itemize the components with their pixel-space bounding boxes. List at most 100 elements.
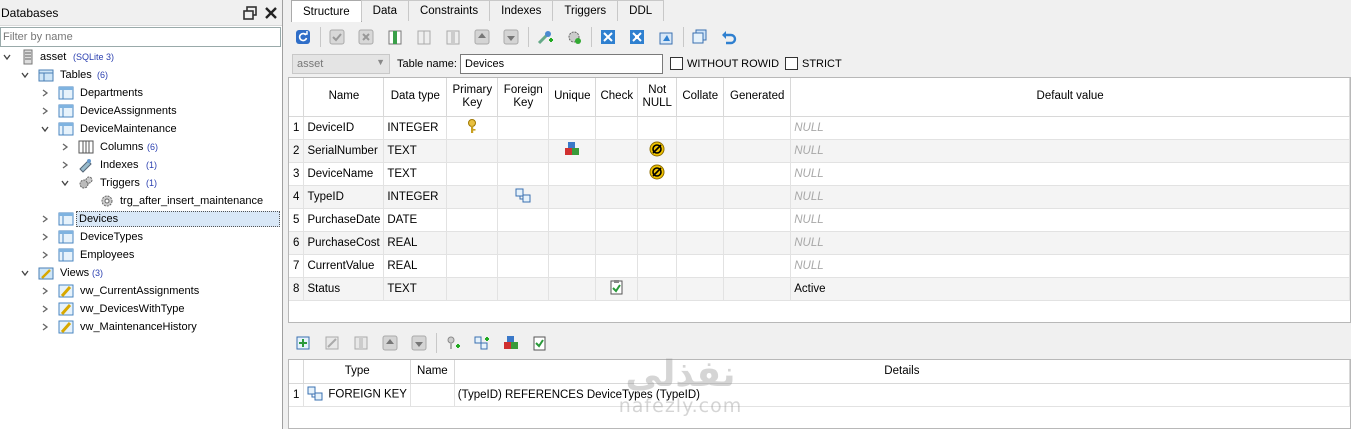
without-rowid-checkbox[interactable] (670, 57, 683, 70)
check-cell[interactable] (595, 139, 639, 163)
column-header[interactable]: Collate (676, 78, 725, 117)
chevron-right-icon[interactable] (39, 300, 51, 318)
generated-cell[interactable] (723, 254, 792, 278)
column-name-cell[interactable]: PurchaseCost (303, 231, 385, 255)
filter-input[interactable] (0, 27, 281, 47)
default-value-cell[interactable]: NULL (790, 116, 1350, 140)
tree-item-table[interactable]: Departments (0, 84, 282, 102)
tree-item-tables[interactable]: Tables (6) (0, 66, 282, 84)
move-up-icon[interactable] (380, 333, 400, 353)
generated-cell[interactable] (723, 139, 792, 163)
refresh-icon[interactable] (293, 27, 313, 47)
default-value-cell[interactable]: NULL (790, 162, 1350, 186)
tree-item-view[interactable]: vw_MaintenanceHistory (0, 318, 282, 336)
data-type-cell[interactable]: DATE (383, 208, 448, 232)
column-name-cell[interactable]: DeviceName (303, 162, 385, 186)
table-row[interactable]: 3 DeviceName TEXT NULL (289, 162, 1350, 186)
generated-cell[interactable] (723, 231, 792, 255)
column-header[interactable]: Default value (790, 78, 1350, 117)
column-header[interactable]: Not NULL (637, 78, 678, 117)
unique-cell[interactable] (548, 254, 597, 278)
tree-item-trigger[interactable]: trg_after_insert_maintenance (0, 192, 282, 210)
add-check-icon[interactable] (530, 333, 550, 353)
move-down-icon[interactable] (409, 333, 429, 353)
column-name-cell[interactable]: PurchaseDate (303, 208, 385, 232)
table-name-input[interactable] (460, 54, 663, 74)
generated-cell[interactable] (723, 208, 792, 232)
chevron-right-icon[interactable] (59, 138, 71, 156)
chevron-down-icon[interactable] (59, 174, 71, 192)
check-cell[interactable] (595, 116, 639, 140)
data-type-cell[interactable]: REAL (383, 231, 448, 255)
chevron-right-icon[interactable] (59, 156, 71, 174)
table-row[interactable]: 2 SerialNumber TEXT NULL (289, 139, 1350, 163)
notnull-cell[interactable] (637, 254, 678, 278)
pk-cell[interactable] (446, 185, 499, 209)
data-type-cell[interactable]: REAL (383, 254, 448, 278)
tree-item-table[interactable]: DeviceAssignments (0, 102, 282, 120)
columns-grid[interactable]: Name Data type Primary Key Foreign Key U… (288, 77, 1351, 323)
column-header[interactable]: Foreign Key (497, 78, 550, 117)
notnull-cell[interactable] (637, 185, 678, 209)
collate-cell[interactable] (676, 139, 725, 163)
chevron-right-icon[interactable] (39, 246, 51, 264)
add-foreign-key-icon[interactable] (472, 333, 492, 353)
tab-triggers[interactable]: Triggers (552, 0, 619, 21)
notnull-cell[interactable] (637, 277, 678, 301)
collate-cell[interactable] (676, 116, 725, 140)
reset-icon[interactable] (627, 27, 647, 47)
pk-cell[interactable] (446, 208, 499, 232)
data-type-cell[interactable]: TEXT (383, 162, 448, 186)
column-header[interactable]: Name (410, 360, 455, 384)
edit-constraint-icon[interactable] (322, 333, 342, 353)
chevron-right-icon[interactable] (39, 210, 51, 228)
fk-cell[interactable] (497, 185, 550, 209)
constraint-settings-icon[interactable] (564, 27, 584, 47)
generated-cell[interactable] (723, 162, 792, 186)
fk-cell[interactable] (497, 162, 550, 186)
column-header[interactable]: Type (303, 360, 411, 384)
column-header[interactable]: Name (303, 78, 385, 117)
check-cell[interactable] (595, 162, 639, 186)
strict-checkbox[interactable] (785, 57, 798, 70)
tab-data[interactable]: Data (360, 0, 409, 21)
collate-cell[interactable] (676, 185, 725, 209)
add-constraint-icon[interactable] (535, 27, 555, 47)
table-row[interactable]: 1 FOREIGN KEY (TypeID) REFERENCES DeviceTy… (289, 383, 1350, 407)
chevron-right-icon[interactable] (39, 282, 51, 300)
add-unique-icon[interactable] (501, 333, 521, 353)
unique-cell[interactable] (548, 208, 597, 232)
delete-constraint-icon[interactable] (351, 333, 371, 353)
delete-column-icon[interactable] (443, 27, 463, 47)
unique-cell[interactable] (548, 277, 597, 301)
default-value-cell[interactable]: NULL (790, 254, 1350, 278)
tree-item-table[interactable]: Employees (0, 246, 282, 264)
data-type-cell[interactable]: INTEGER (383, 116, 448, 140)
pk-cell[interactable] (446, 162, 499, 186)
tree-item-columns[interactable]: Columns (6) (0, 138, 282, 156)
import-icon[interactable] (656, 27, 676, 47)
pk-cell[interactable] (446, 277, 499, 301)
column-header[interactable]: Generated (723, 78, 792, 117)
column-header[interactable]: Details (454, 360, 1350, 384)
chevron-down-icon[interactable] (19, 66, 31, 84)
column-name-cell[interactable]: TypeID (303, 185, 385, 209)
constraint-type-cell[interactable]: FOREIGN KEY (303, 383, 411, 407)
column-header[interactable]: Unique (548, 78, 597, 117)
tab-structure[interactable]: Structure (291, 0, 362, 22)
collate-cell[interactable] (676, 231, 725, 255)
tree-item-views[interactable]: Views (3) (0, 264, 282, 282)
constraints-grid[interactable]: Type Name Details 1 FOREIGN KEY (TypeID) R… (288, 359, 1351, 429)
notnull-cell[interactable] (637, 116, 678, 140)
pk-cell[interactable] (446, 116, 499, 140)
database-select[interactable]: asset ▼ (292, 54, 390, 74)
generated-cell[interactable] (723, 185, 792, 209)
check-cell[interactable] (595, 254, 639, 278)
chevron-down-icon[interactable] (39, 120, 51, 138)
pk-cell[interactable] (446, 231, 499, 255)
table-row[interactable]: 1 DeviceID INTEGER NULL (289, 116, 1350, 140)
tab-constraints[interactable]: Constraints (407, 0, 491, 21)
unique-cell[interactable] (548, 185, 597, 209)
table-row[interactable]: 4 TypeID INTEGER NULL (289, 185, 1350, 209)
chevron-down-icon[interactable] (1, 48, 13, 66)
